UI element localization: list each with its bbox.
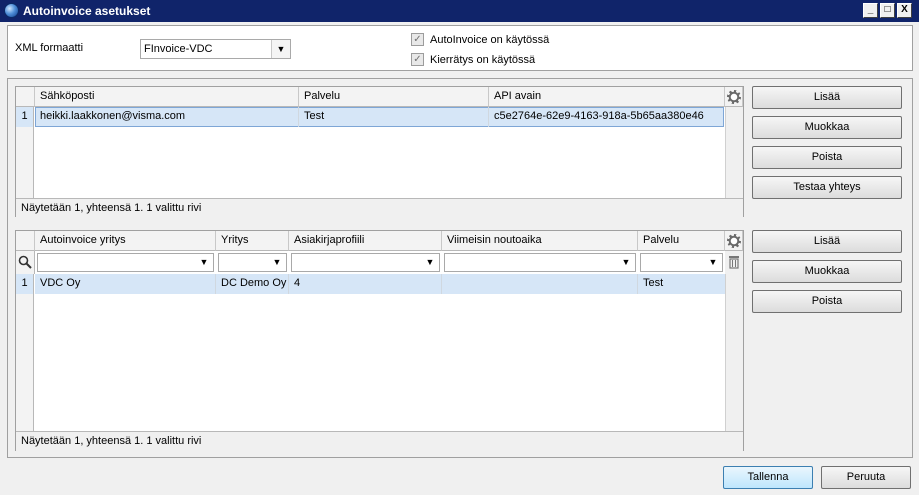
filter-ai-company[interactable]: ▼ xyxy=(37,253,214,272)
minimize-button[interactable]: _ xyxy=(863,3,878,18)
row-number[interactable]: 1 xyxy=(16,107,34,127)
column-settings[interactable] xyxy=(725,231,743,251)
add-email-button[interactable]: Lisää xyxy=(752,86,902,109)
column-header-ai-company[interactable]: Autoinvoice yritys xyxy=(35,231,216,251)
filter-row-header xyxy=(16,251,35,274)
company-grid: Autoinvoice yritys Yritys Asiakirjaprofi… xyxy=(15,230,744,451)
column-header-profile[interactable]: Asiakirjaprofiili xyxy=(289,231,442,251)
search-icon xyxy=(18,255,32,269)
email-grid: Sähköposti Palvelu API avain 1 heikki.la… xyxy=(15,86,744,218)
add-company-button[interactable]: Lisää xyxy=(752,230,902,253)
cell-profile[interactable]: 4 xyxy=(289,274,442,294)
edit-company-button[interactable]: Muokkaa xyxy=(752,260,902,283)
vertical-scrollbar[interactable] xyxy=(725,274,743,432)
trash-icon[interactable] xyxy=(728,255,740,269)
cell-last-fetch[interactable] xyxy=(442,274,638,294)
filter-profile[interactable]: ▼ xyxy=(291,253,440,272)
maximize-button[interactable]: □ xyxy=(880,3,895,18)
xml-format-label: XML formaatti xyxy=(15,42,84,54)
chevron-down-icon: ▼ xyxy=(708,257,718,267)
cell-service[interactable]: Test xyxy=(299,107,489,127)
chevron-down-icon: ▼ xyxy=(199,257,209,267)
column-header-last-fetch[interactable]: Viimeisin noutoaika xyxy=(442,231,638,251)
autoinvoice-enabled-checkbox[interactable]: ✓ xyxy=(411,33,424,46)
xml-format-value: FInvoice-VDC xyxy=(144,43,213,55)
settings-panel: XML formaatti FInvoice-VDC ▼ ✓ AutoInvoi… xyxy=(7,25,913,71)
autoinvoice-enabled-label: AutoInvoice on käytössä xyxy=(430,34,550,46)
window-titlebar: Autoinvoice asetukset _ □ X xyxy=(0,0,919,22)
filter-service[interactable]: ▼ xyxy=(640,253,723,272)
grid-status: Näytetään 1, yhteensä 1. 1 valittu rivi xyxy=(16,198,743,218)
xml-format-select[interactable]: FInvoice-VDC ▼ xyxy=(140,39,291,59)
chevron-down-icon: ▼ xyxy=(621,257,631,267)
gear-icon[interactable] xyxy=(727,90,741,104)
recycling-enabled-label: Kierrätys on käytössä xyxy=(430,54,536,66)
cell-api-key[interactable]: c5e2764e-62e9-4163-918a-5b65aa380e46 xyxy=(489,107,724,127)
cell-service[interactable]: Test xyxy=(638,274,725,294)
cell-email[interactable]: heikki.laakkonen@visma.com xyxy=(35,107,299,127)
recycling-enabled-checkbox[interactable]: ✓ xyxy=(411,53,424,66)
grid-corner xyxy=(16,87,35,107)
app-globe-icon xyxy=(4,3,19,18)
column-header-company[interactable]: Yritys xyxy=(216,231,289,251)
cancel-button[interactable]: Peruuta xyxy=(821,466,911,489)
chevron-down-icon: ▼ xyxy=(271,40,290,58)
cell-company[interactable]: DC Demo Oy xyxy=(216,274,289,294)
chevron-down-icon: ▼ xyxy=(425,257,435,267)
cell-ai-company[interactable]: VDC Oy xyxy=(35,274,216,294)
column-header-api-key[interactable]: API avain xyxy=(489,87,725,107)
clear-filter-cell[interactable] xyxy=(725,251,743,274)
delete-company-button[interactable]: Poista xyxy=(752,290,902,313)
edit-email-button[interactable]: Muokkaa xyxy=(752,116,902,139)
row-number[interactable]: 1 xyxy=(16,274,34,294)
grid-status: Näytetään 1, yhteensä 1. 1 valittu rivi xyxy=(16,431,743,451)
filter-last-fetch[interactable]: ▼ xyxy=(444,253,636,272)
column-settings[interactable] xyxy=(725,87,743,107)
test-connection-button[interactable]: Testaa yhteys xyxy=(752,176,902,199)
column-header-email[interactable]: Sähköposti xyxy=(35,87,299,107)
vertical-scrollbar[interactable] xyxy=(725,107,743,199)
close-button[interactable]: X xyxy=(897,3,912,18)
grid-corner xyxy=(16,231,35,251)
gear-icon[interactable] xyxy=(727,234,741,248)
column-header-service[interactable]: Palvelu xyxy=(638,231,725,251)
row-number-column xyxy=(16,274,34,432)
delete-email-button[interactable]: Poista xyxy=(752,146,902,169)
window-title: Autoinvoice asetukset xyxy=(23,4,151,18)
chevron-down-icon: ▼ xyxy=(272,257,282,267)
column-header-service[interactable]: Palvelu xyxy=(299,87,489,107)
filter-company[interactable]: ▼ xyxy=(218,253,287,272)
save-button[interactable]: Tallenna xyxy=(723,466,813,489)
